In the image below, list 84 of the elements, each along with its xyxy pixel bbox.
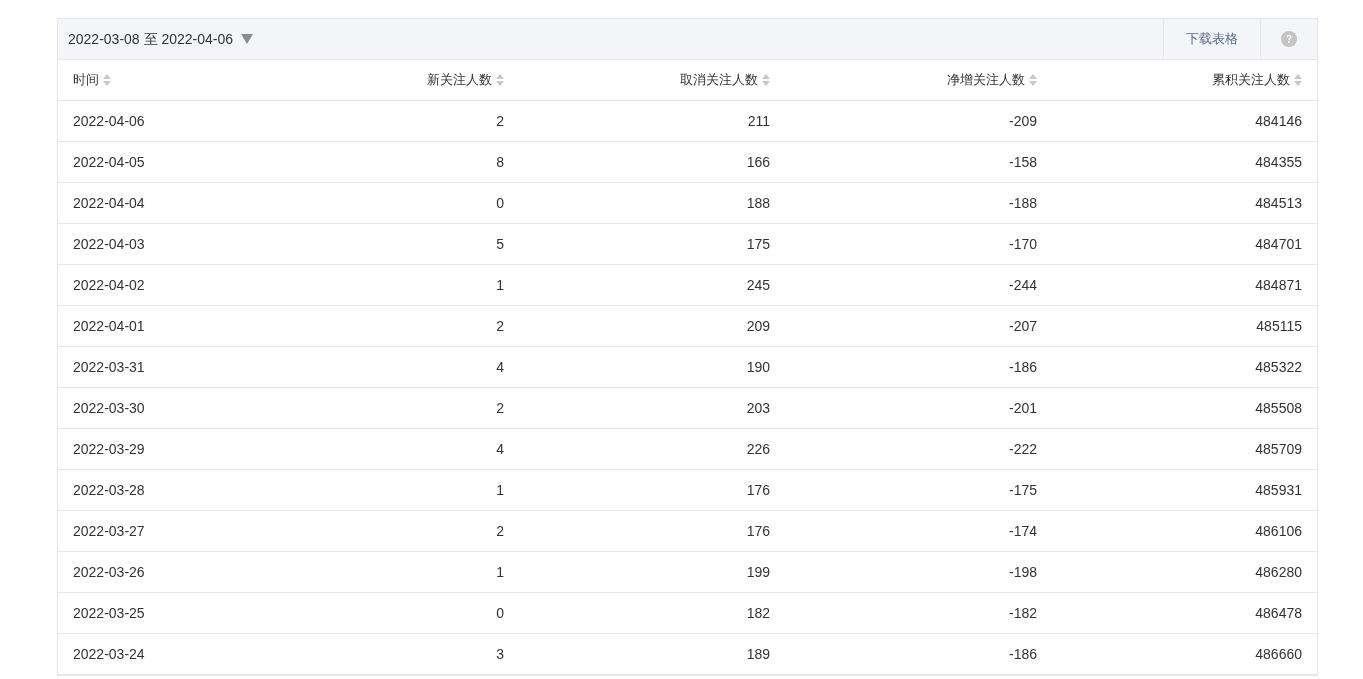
table-cell: 485115	[1256, 317, 1302, 334]
table-cell: 484513	[1255, 194, 1302, 211]
table-cell: 2022-03-27	[73, 522, 145, 539]
table-cell: 2022-03-28	[73, 481, 145, 498]
table-cell: 1	[496, 276, 504, 293]
sort-icon	[1029, 74, 1037, 86]
table-cell: 485709	[1255, 440, 1302, 457]
table-cell: 2	[496, 399, 504, 416]
table-cell: 485931	[1255, 481, 1302, 498]
column-header[interactable]: 时间	[73, 70, 99, 90]
sort-icon	[1294, 74, 1302, 86]
table-cell: -182	[1008, 604, 1037, 621]
table-cell: 175	[746, 235, 770, 252]
table-cell: 1	[496, 481, 504, 498]
table-cell: 0	[496, 194, 504, 211]
table-cell: 484701	[1255, 235, 1302, 252]
table-cell: 8	[496, 153, 504, 170]
table-cell: -198	[1008, 563, 1037, 580]
table-cell: 199	[746, 563, 770, 580]
table-cell: 2022-03-30	[73, 399, 145, 416]
table-cell: -244	[1008, 276, 1037, 293]
table-cell: 486106	[1255, 522, 1302, 539]
table-cell: 245	[746, 276, 770, 293]
table-cell: 2	[496, 317, 504, 334]
table-cell: -186	[1008, 358, 1037, 375]
table-cell: 190	[746, 358, 770, 375]
table-cell: 189	[746, 645, 770, 662]
table-cell: 486280	[1255, 563, 1302, 580]
download-table-button[interactable]: 下载表格	[1163, 19, 1260, 59]
table-cell: -207	[1008, 317, 1037, 334]
table-cell: 3	[496, 645, 504, 662]
table-cell: 486478	[1255, 604, 1302, 621]
table-cell: -201	[1008, 399, 1037, 416]
table-cell: 4	[496, 358, 504, 375]
date-range-dropdown[interactable]: 2022-03-08 至 2022-04-06	[58, 19, 253, 59]
table-cell: -158	[1008, 153, 1037, 170]
table-cell: 2022-03-24	[73, 645, 145, 662]
table-cell: -188	[1008, 194, 1037, 211]
table-cell: 485508	[1255, 399, 1302, 416]
table-cell: 4	[496, 440, 504, 457]
table-cell: 166	[746, 153, 770, 170]
table-cell: 1	[496, 563, 504, 580]
table-cell: 484871	[1255, 276, 1302, 293]
help-icon[interactable]	[1281, 31, 1297, 47]
table-cell: 2022-04-04	[73, 194, 145, 211]
table-cell: 2022-03-25	[73, 604, 145, 621]
caret-icon	[241, 34, 253, 44]
table-cell: -175	[1008, 481, 1037, 498]
table-cell: 2022-04-03	[73, 235, 145, 252]
table-cell: 2	[496, 522, 504, 539]
table-cell: -186	[1008, 645, 1037, 662]
table-cell: 2022-03-31	[73, 358, 145, 375]
table-cell: 2	[496, 112, 504, 129]
column-header[interactable]: 累积关注人数	[1212, 70, 1290, 90]
table-cell: 176	[746, 522, 770, 539]
sort-icon	[762, 74, 770, 86]
table-cell: 211	[747, 112, 770, 129]
table-cell: -222	[1008, 440, 1037, 457]
table-cell: 176	[746, 481, 770, 498]
column-header[interactable]: 新关注人数	[427, 70, 492, 90]
table-cell: -170	[1008, 235, 1037, 252]
table-cell: 486660	[1255, 645, 1302, 662]
table-cell: 2022-03-29	[73, 440, 145, 457]
table-cell: 484146	[1255, 112, 1302, 129]
table-cell: 484355	[1255, 153, 1302, 170]
table-cell: 485322	[1255, 358, 1302, 375]
table-cell: 203	[746, 399, 770, 416]
table-cell: 209	[746, 317, 770, 334]
sort-icon	[496, 74, 504, 86]
table-cell: -209	[1008, 112, 1037, 129]
sort-icon	[103, 74, 111, 86]
table-cell: 0	[496, 604, 504, 621]
table-cell: 2022-04-02	[73, 276, 145, 293]
table-cell: 182	[746, 604, 770, 621]
table-cell: 188	[746, 194, 770, 211]
table-cell: 226	[746, 440, 770, 457]
table-cell: -174	[1008, 522, 1037, 539]
table-cell: 2022-04-05	[73, 153, 145, 170]
table-cell: 2022-04-06	[73, 112, 145, 129]
table-cell: 5	[496, 235, 504, 252]
column-header[interactable]: 取消关注人数	[680, 70, 758, 90]
table-cell: 2022-03-26	[73, 563, 145, 580]
table-cell: 2022-04-01	[73, 317, 145, 334]
column-header[interactable]: 净增关注人数	[947, 70, 1025, 90]
